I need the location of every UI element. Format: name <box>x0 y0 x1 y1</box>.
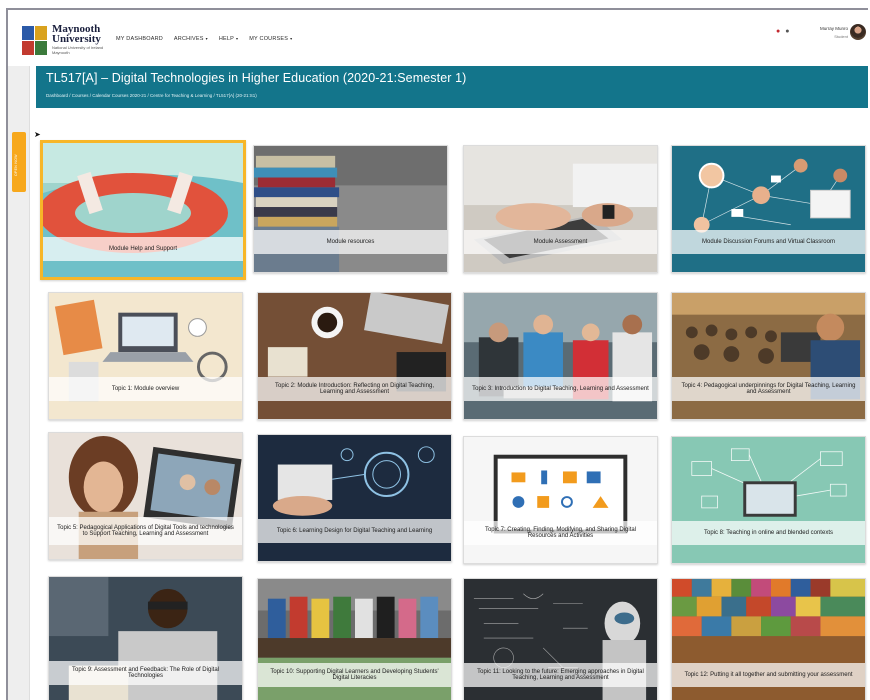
browser-frame: Maynooth University National University … <box>6 8 868 700</box>
tile-label: Topic 9: Assessment and Feedback: The Ro… <box>49 661 242 685</box>
tile-label: Module Help and Support <box>43 237 243 261</box>
tile-label: Topic 4: Pedagogical underpinnings for D… <box>672 377 865 401</box>
tile-module-help[interactable]: Module Help and Support <box>40 140 246 280</box>
tile-label: Module Discussion Forums and Virtual Cla… <box>672 230 865 254</box>
menu-item-my-dashboard[interactable]: MY DASHBOARD <box>116 36 163 42</box>
menu-item-label: MY DASHBOARD <box>116 36 163 42</box>
tile-label: Topic 12: Putting it all together and su… <box>672 663 865 687</box>
tile-label: Topic 10: Supporting Digital Learners an… <box>258 663 451 687</box>
main-menu: MY DASHBOARD ARCHIVES ▾ HELP ▾ MY COURSES ▾ <box>116 36 292 42</box>
tile-topic-1[interactable]: Topic 1: Module overview <box>48 292 243 420</box>
tile-label: Topic 5: Pedagogical Applications of Dig… <box>49 517 242 545</box>
chevron-down-icon: ▾ <box>205 36 208 41</box>
menu-item-my-courses[interactable]: MY COURSES ▾ <box>249 36 292 42</box>
top-navbar: Maynooth University National University … <box>8 10 868 66</box>
menu-item-label: HELP <box>218 36 235 42</box>
tile-topic-11[interactable]: Topic 11: Looking to the future: Emergin… <box>463 578 658 700</box>
tile-topic-12[interactable]: Topic 12: Putting it all together and su… <box>671 578 866 700</box>
menu-item-label: ARCHIVES <box>173 36 204 42</box>
mouse-cursor-icon: ➤ <box>34 130 41 139</box>
tile-module-assessment[interactable]: Module Assessment <box>463 145 658 273</box>
menu-item-archives[interactable]: ARCHIVES ▾ <box>174 36 208 42</box>
side-drawer-strip: OPEN NOW <box>8 66 30 700</box>
tile-topic-6[interactable]: Topic 6: Learning Design for Digital Tea… <box>257 434 452 562</box>
tile-label: Topic 11: Looking to the future: Emergin… <box>464 663 657 687</box>
tile-module-discussion[interactable]: Module Discussion Forums and Virtual Cla… <box>671 145 866 273</box>
user-menu[interactable]: Murray Munro Student <box>810 26 848 39</box>
avatar[interactable] <box>850 24 866 40</box>
tile-label: Module Assessment <box>464 230 657 254</box>
chevron-down-icon: ▾ <box>290 36 293 41</box>
tile-label: Topic 1: Module overview <box>49 377 242 401</box>
brand-name: Maynooth University <box>52 23 101 45</box>
tile-topic-7[interactable]: Topic 7: Creating, Finding, Modifying, a… <box>463 436 658 564</box>
tile-label: Topic 8: Teaching in online and blended … <box>672 521 865 545</box>
chevron-down-icon: ▾ <box>236 36 239 41</box>
breadcrumb[interactable]: Dashboard / Courses / Calendar Courses 2… <box>46 93 257 98</box>
tile-topic-9[interactable]: Topic 9: Assessment and Feedback: The Ro… <box>48 576 243 700</box>
tile-topic-5[interactable]: Topic 5: Pedagogical Applications of Dig… <box>48 432 243 560</box>
tile-topic-2[interactable]: Topic 2: Module Introduction: Reflecting… <box>257 292 452 420</box>
tile-label: Topic 7: Creating, Finding, Modifying, a… <box>464 521 657 545</box>
brand-subtitle: National University of Ireland Maynooth <box>52 45 104 55</box>
tile-module-resources[interactable]: Module resources <box>253 145 448 273</box>
tile-label: Topic 3: Introduction to Digital Teachin… <box>464 377 657 401</box>
page-title: TL517[A] – Digital Technologies in Highe… <box>46 71 467 85</box>
university-logo[interactable] <box>22 26 48 56</box>
tile-topic-3[interactable]: Topic 3: Introduction to Digital Teachin… <box>463 292 658 420</box>
course-header: TL517[A] – Digital Technologies in Highe… <box>36 66 868 108</box>
tile-topic-8[interactable]: Topic 8: Teaching in online and blended … <box>671 436 866 564</box>
messages-icon[interactable]: ● <box>785 28 789 35</box>
tile-topic-4[interactable]: Topic 4: Pedagogical underpinnings for D… <box>671 292 866 420</box>
notification-bell-icon[interactable]: ● <box>776 28 780 35</box>
tile-label: Topic 6: Learning Design for Digital Tea… <box>258 519 451 543</box>
user-name: Murray Munro <box>819 26 848 31</box>
user-role: Student <box>834 34 848 39</box>
menu-item-help[interactable]: HELP ▾ <box>219 36 238 42</box>
tile-topic-10[interactable]: Topic 10: Supporting Digital Learners an… <box>257 578 452 700</box>
drawer-toggle-button[interactable]: OPEN NOW <box>12 132 26 192</box>
nav-icons: ● ● <box>776 28 789 35</box>
tile-label: Topic 2: Module Introduction: Reflecting… <box>258 377 451 401</box>
drawer-toggle-label: OPEN NOW <box>14 154 18 176</box>
brand[interactable]: Maynooth University National University … <box>52 23 112 56</box>
menu-item-label: MY COURSES <box>249 36 289 42</box>
tile-label: Module resources <box>254 230 447 254</box>
